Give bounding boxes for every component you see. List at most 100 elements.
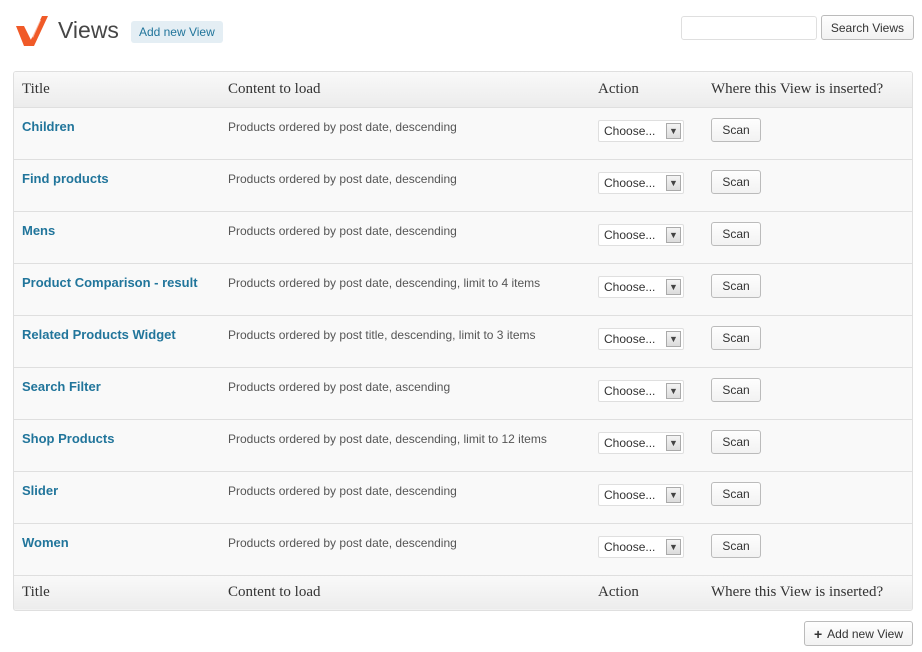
table-header-row: Title Content to load Action Where this … [14,72,912,108]
content-to-load-text: Products ordered by post date, descendin… [228,171,457,186]
add-new-view-button[interactable]: Add new View [130,21,223,43]
action-select-value: Choose... [604,331,656,346]
cell-action: Choose... ▼ [590,314,703,368]
cell-where-inserted: Scan [703,210,912,264]
action-select[interactable]: Choose... ▼ [598,171,684,194]
cell-action: Choose... ▼ [590,418,703,472]
cell-content: Products ordered by post date, descendin… [220,470,590,524]
table-row: Product Comparison - result Products ord… [14,262,912,316]
table-row: Women Products ordered by post date, des… [14,522,912,575]
content-to-load-text: Products ordered by post date, ascending [228,379,451,394]
action-select[interactable]: Choose... ▼ [598,275,684,298]
cell-action: Choose... ▼ [590,262,703,316]
view-title-link[interactable]: Slider [22,483,58,498]
scan-button[interactable]: Scan [711,325,761,350]
view-title-link[interactable]: Search Filter [22,379,101,394]
column-footer-title[interactable]: Title [14,574,220,610]
content-to-load-text: Products ordered by post date, descendin… [228,223,457,238]
scan-button[interactable]: Scan [711,481,761,506]
chevron-down-icon: ▼ [666,382,681,399]
chevron-down-icon: ▼ [666,330,681,347]
views-logo-icon [16,16,48,46]
cell-title: Search Filter [14,366,220,420]
cell-title: Product Comparison - result [14,262,220,316]
view-title-link[interactable]: Find products [22,171,109,186]
action-select-value: Choose... [604,539,656,554]
cell-content: Products ordered by post date, descendin… [220,262,590,316]
cell-title: Find products [14,158,220,212]
column-header-title[interactable]: Title [14,72,220,108]
cell-title: Mens [14,210,220,264]
cell-action: Choose... ▼ [590,210,703,264]
scan-button[interactable]: Scan [711,273,761,298]
table-row: Mens Products ordered by post date, desc… [14,210,912,264]
cell-title: Women [14,522,220,575]
action-select-value: Choose... [604,435,656,450]
scan-button[interactable]: Scan [711,221,761,246]
cell-title: Shop Products [14,418,220,472]
action-select[interactable]: Choose... ▼ [598,431,684,454]
column-footer-action: Action [590,574,703,610]
scan-button[interactable]: Scan [711,533,761,558]
cell-content: Products ordered by post date, descendin… [220,106,590,160]
view-title-link[interactable]: Related Products Widget [22,327,176,342]
view-title-link[interactable]: Mens [22,223,55,238]
action-select-value: Choose... [604,383,656,398]
chevron-down-icon: ▼ [666,538,681,555]
cell-action: Choose... ▼ [590,366,703,420]
content-to-load-text: Products ordered by post date, descendin… [228,431,547,446]
table-row: Shop Products Products ordered by post d… [14,418,912,472]
cell-action: Choose... ▼ [590,106,703,160]
chevron-down-icon: ▼ [666,226,681,243]
cell-content: Products ordered by post date, descendin… [220,210,590,264]
column-footer-content: Content to load [220,574,590,610]
cell-where-inserted: Scan [703,158,912,212]
action-select-value: Choose... [604,487,656,502]
cell-action: Choose... ▼ [590,522,703,575]
cell-title: Related Products Widget [14,314,220,368]
chevron-down-icon: ▼ [666,434,681,451]
cell-where-inserted: Scan [703,314,912,368]
action-select-value: Choose... [604,279,656,294]
chevron-down-icon: ▼ [666,174,681,191]
cell-where-inserted: Scan [703,418,912,472]
search-input[interactable] [680,15,817,40]
cell-action: Choose... ▼ [590,470,703,524]
table-footer-row: Title Content to load Action Where this … [14,574,912,610]
view-title-link[interactable]: Women [22,535,69,550]
add-new-view-bottom-button[interactable]: + Add new View [803,621,913,646]
scan-button[interactable]: Scan [711,117,761,142]
search-box: Search Views [680,15,914,40]
view-title-link[interactable]: Children [22,119,75,134]
cell-content: Products ordered by post date, descendin… [220,418,590,472]
action-select-value: Choose... [604,123,656,138]
action-select[interactable]: Choose... ▼ [598,119,684,142]
action-select[interactable]: Choose... ▼ [598,535,684,558]
column-footer-where-inserted: Where this View is inserted? [703,574,912,610]
cell-where-inserted: Scan [703,106,912,160]
action-select[interactable]: Choose... ▼ [598,483,684,506]
cell-content: Products ordered by post date, descendin… [220,158,590,212]
cell-action: Choose... ▼ [590,158,703,212]
column-header-content: Content to load [220,72,590,108]
chevron-down-icon: ▼ [666,278,681,295]
column-header-where-inserted: Where this View is inserted? [703,72,912,108]
scan-button[interactable]: Scan [711,169,761,194]
scan-button[interactable]: Scan [711,429,761,454]
view-title-link[interactable]: Shop Products [22,431,114,446]
table-row: Find products Products ordered by post d… [14,158,912,212]
action-select[interactable]: Choose... ▼ [598,327,684,350]
column-header-action: Action [590,72,703,108]
cell-where-inserted: Scan [703,262,912,316]
scan-button[interactable]: Scan [711,377,761,402]
content-to-load-text: Products ordered by post date, descendin… [228,483,457,498]
search-views-button[interactable]: Search Views [820,15,914,40]
action-select[interactable]: Choose... ▼ [598,379,684,402]
action-select-value: Choose... [604,175,656,190]
content-to-load-text: Products ordered by post date, descendin… [228,275,541,290]
page-title: Views [58,16,119,43]
action-select[interactable]: Choose... ▼ [598,223,684,246]
view-title-link[interactable]: Product Comparison - result [22,275,198,290]
add-new-view-bottom-label: Add new View [827,626,903,641]
cell-content: Products ordered by post title, descendi… [220,314,590,368]
